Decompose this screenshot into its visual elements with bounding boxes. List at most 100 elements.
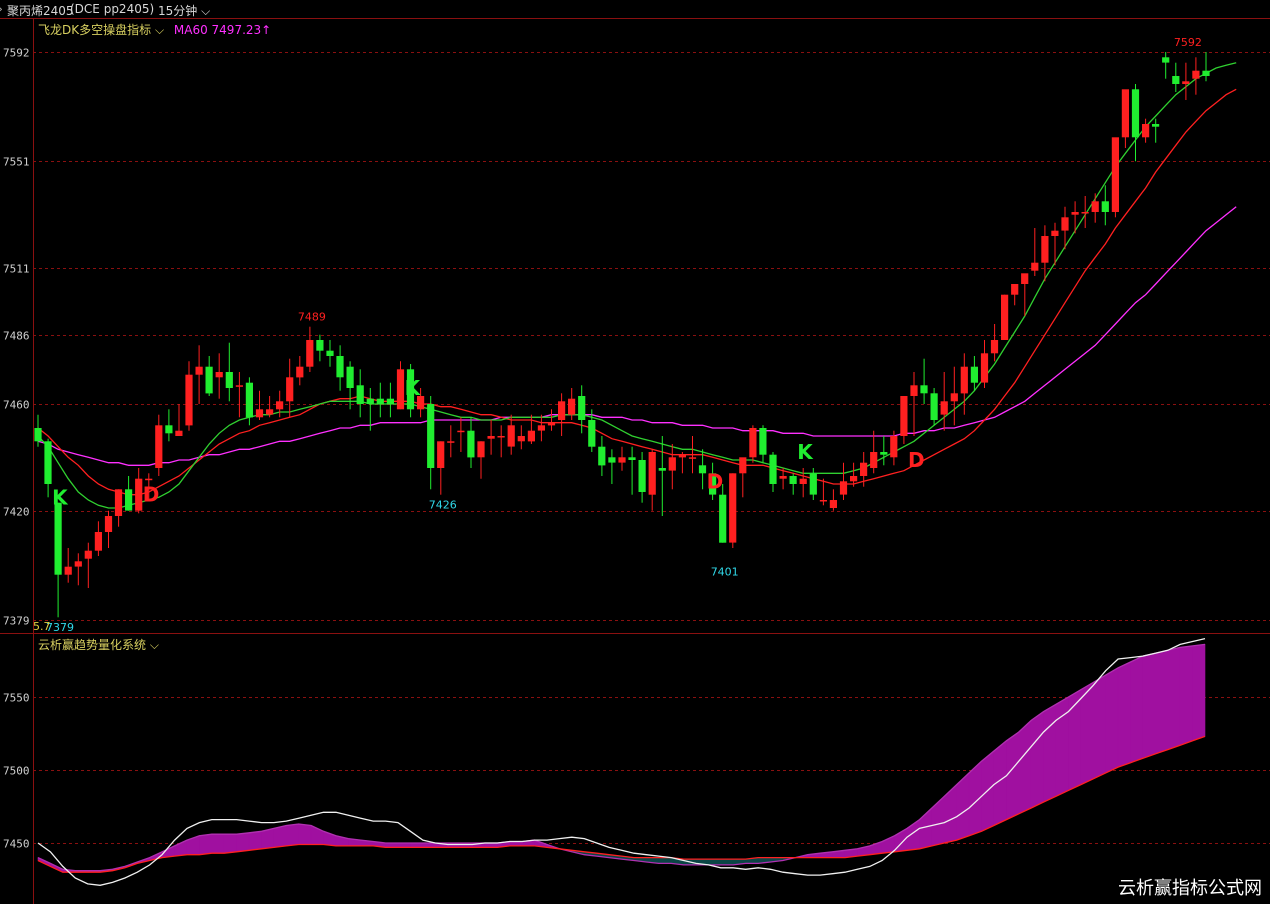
candle [185,361,193,431]
candle-body [215,372,223,378]
candle [678,452,686,474]
candle [396,361,405,410]
candle [628,446,636,495]
candle [437,441,445,495]
candle-body [1061,217,1069,231]
candle [900,396,908,444]
trend-fill-segment [298,823,312,845]
ma-red-line [37,88,1237,496]
candle [618,446,626,471]
candle [819,478,827,506]
candle [930,388,938,426]
y-tick-label: 7511 [3,263,30,276]
y-tick-label: 7500 [3,765,30,778]
candle [205,356,213,396]
candle [970,356,978,391]
y-tick-label: 7379 [3,615,30,628]
candle [1041,225,1049,282]
price-annotation: 7592 [1174,36,1202,49]
candle [54,502,62,618]
candle-body [195,366,203,375]
candle [880,436,888,466]
ma60-line [37,206,1237,466]
trend-fill-segment [943,783,958,844]
candle [487,420,495,455]
candle [427,396,435,490]
candle-body [930,393,938,420]
candle-body [427,404,435,468]
candle-body [477,441,485,458]
candle [537,414,545,442]
ma-green-line [37,62,1237,509]
candle [960,353,968,415]
candle-body [799,478,807,484]
candle-body [386,398,394,404]
candle-body [125,489,133,511]
candle [1162,52,1170,79]
candle-body [1162,57,1170,63]
trend-fill-segment [422,842,436,848]
candle [990,324,999,362]
candle [296,356,304,386]
candle-body [34,428,42,442]
candle-body [296,366,304,378]
signal-k: K [797,440,814,464]
candle-body [1081,212,1089,214]
candle-body [205,366,213,394]
candle-body [266,409,274,415]
trend-fill-segment [1006,731,1020,821]
candle-body [779,476,787,479]
candle [316,334,324,362]
y-tick-label: 7460 [3,399,30,412]
y-tick-label: 7420 [3,506,30,519]
candle [1081,196,1089,228]
candle [215,353,223,399]
candle-body [648,452,656,495]
candle [920,358,928,404]
trend-fill-segment [1105,667,1119,774]
candle [356,369,364,418]
candle [447,425,455,458]
candle-body [437,441,445,468]
candle-body [1051,230,1059,236]
price-annotation: 7426 [429,499,457,512]
candle-body [588,420,596,447]
candle-body [1011,284,1019,295]
trend-fill-segment [720,858,734,866]
candle [648,449,656,511]
candle [165,409,173,442]
candle-body [235,385,243,387]
candle-body [185,374,193,426]
candle-body [920,385,928,394]
candle-body [447,441,455,443]
candle [749,425,757,463]
candle [44,438,52,498]
candle-body [900,396,908,436]
candlestick-chart[interactable]: 7592 7551 7511 7486 7460 7420 7379 7550 7500 7450… [0,0,1270,904]
candle [376,382,384,418]
y-tick-label: 7592 [3,47,30,60]
candle-body [789,476,797,484]
trend-fill-segment [285,823,300,847]
candle-body [850,476,858,482]
candle-body [829,500,837,508]
candle [104,510,113,548]
candle [598,436,606,476]
candle-body [165,425,173,434]
candle [1172,62,1180,92]
price-annotation: 7401 [711,565,739,578]
candle [1152,118,1160,143]
candle [225,342,233,402]
candle [195,345,203,404]
candle [1192,57,1200,95]
candle [497,425,505,458]
candle-body [739,457,747,474]
candle [1131,84,1140,162]
trend-fill-segment [1030,711,1044,809]
candle-body [618,457,626,463]
trend-fill-segment [658,857,672,864]
y-tick-label: 7450 [3,838,30,851]
candle [759,425,767,463]
candle [1101,185,1109,226]
candle [729,473,737,548]
